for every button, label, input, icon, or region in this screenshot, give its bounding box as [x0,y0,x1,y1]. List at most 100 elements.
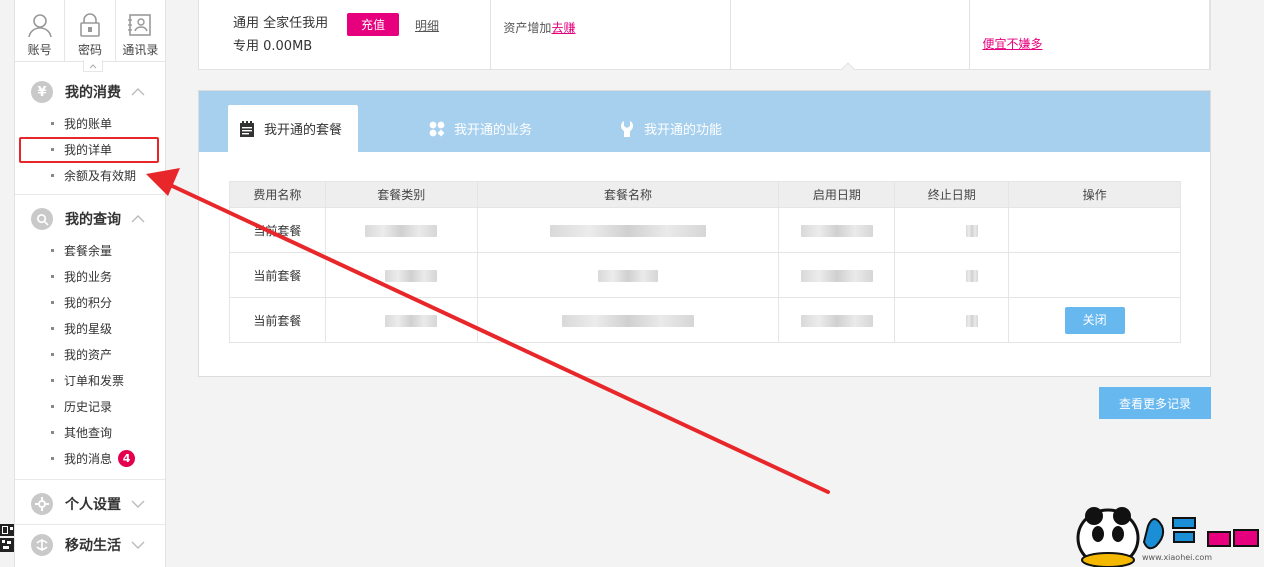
deal-link[interactable]: 便宜不嫌多 [982,35,1042,52]
mobile-life-section: 移动生活 [15,527,165,563]
settings-title: 个人设置 [65,497,121,513]
account-button[interactable]: 账号 [15,0,66,61]
data-summary-cell: 通用 全家任我用 充值 明细 专用 0.00MB [199,0,492,69]
mobile-logo-icon [31,534,53,556]
apps-icon [429,121,445,136]
general-data-text: 通用 全家任我用 [233,16,329,31]
consumption-section: ¥ 我的消费 我的账单 我的详单 余额及有效期 [15,74,165,188]
query-header[interactable]: 我的查询 [31,201,165,237]
contacts-button[interactable]: 通讯录 [116,0,165,61]
sidebar-item-my-bill[interactable]: 我的账单 [31,110,165,136]
account-summary: 通用 全家任我用 充值 明细 专用 0.00MB 资产增加去赚 便宜不嫌多 [198,0,1211,70]
yen-icon: ¥ [31,81,53,103]
packages-table: 费用名称 套餐类别 套餐名称 启用日期 终止日期 操作 当前套餐 当前套餐 当前… [229,181,1181,343]
asset-text: 资产增加 [503,21,552,35]
recharge-button[interactable]: 充值 [347,13,400,36]
gear-icon [31,493,53,515]
column-header: 启用日期 [778,181,896,208]
user-icon [27,14,52,38]
contacts-label: 通讯录 [122,43,159,57]
column-header: 套餐名称 [476,181,780,208]
fee-name-cell: 当前套餐 [229,297,326,343]
asset-cell: 资产增加去赚 [491,0,731,69]
action-cell [1008,207,1181,253]
sidebar-item-my-star-level[interactable]: 我的星级 [31,315,165,341]
qr-code-icon [0,524,14,552]
table-header-row: 费用名称 套餐类别 套餐名称 启用日期 终止日期 操作 [229,181,1181,208]
blurred-cell [894,252,1010,298]
deal-cell: 便宜不嫌多 [970,0,1211,69]
sidebar: 账号 密码 通讯录 ¥ 我的消费 我的账单 我的详单 余额及有效期 我的查询 套… [14,0,166,567]
tab-my-services[interactable]: 我开通的业务 [428,105,532,152]
sidebar-item-my-services[interactable]: 我的业务 [31,263,165,289]
blurred-cell [894,207,1010,253]
fee-name-cell: 当前套餐 [229,207,326,253]
notepad-icon [240,120,254,137]
annotation-highlight-box [19,137,159,163]
blurred-cell [778,297,896,343]
divider [15,194,165,195]
settings-section: 个人设置 [15,486,165,522]
sidebar-item-orders-invoices[interactable]: 订单和发票 [31,367,165,393]
divider [15,479,165,480]
chevron-up-icon [131,215,145,223]
action-cell: 关闭 [1008,297,1181,343]
table-row: 当前套餐 [229,207,1181,253]
column-header: 套餐类别 [324,181,478,208]
sidebar-item-package-balance[interactable]: 套餐余量 [31,237,165,263]
contacts-icon [128,14,152,36]
blurred-cell [324,207,478,253]
blurred-cell [778,252,896,298]
column-header: 终止日期 [894,181,1010,208]
fee-name-cell: 当前套餐 [229,252,326,298]
lock-icon [80,13,100,37]
sidebar-item-other-queries[interactable]: 其他查询 [31,419,165,445]
empty-cell [731,0,971,69]
collapse-toggle[interactable] [83,60,103,72]
chevron-up-icon [89,63,97,68]
consumption-title: 我的消费 [65,85,121,101]
view-more-records-button[interactable]: 查看更多记录 [1099,387,1211,419]
settings-header[interactable]: 个人设置 [31,486,165,522]
blurred-cell [894,297,1010,343]
blurred-cell [476,207,780,253]
table-row: 当前套餐 [229,252,1181,298]
chevron-down-icon [131,500,145,508]
earn-link[interactable]: 去赚 [551,21,575,35]
watermark-url: www.xiaohei.com [1142,553,1213,562]
wrench-icon [621,120,633,137]
tab-my-features[interactable]: 我开通的功能 [618,105,722,152]
sidebar-item-balance-validity[interactable]: 余额及有效期 [31,162,165,188]
sidebar-item-history[interactable]: 历史记录 [31,393,165,419]
sidebar-item-my-messages[interactable]: 我的消息 4 [31,445,165,471]
blurred-cell [778,207,896,253]
consumption-header[interactable]: ¥ 我的消费 [31,74,165,110]
password-button[interactable]: 密码 [65,0,116,61]
chevron-down-icon [131,541,145,549]
packages-panel: 我开通的套餐 我开通的业务 我开通的功能 费用名称 套餐类别 套餐名称 启用日期… [198,90,1211,377]
blurred-cell [476,252,780,298]
pointer-arrow-icon [841,62,855,70]
blurred-cell [476,297,780,343]
blurred-cell [324,297,478,343]
password-label: 密码 [77,43,102,57]
tab-my-packages[interactable]: 我开通的套餐 [228,105,358,152]
mobile-life-header[interactable]: 移动生活 [31,527,165,563]
panel-tabbar: 我开通的套餐 我开通的业务 我开通的功能 [199,91,1210,152]
detail-link[interactable]: 明细 [415,17,439,34]
sidebar-item-my-points[interactable]: 我的积分 [31,289,165,315]
sidebar-top-icons: 账号 密码 通讯录 [15,0,165,62]
close-package-button[interactable]: 关闭 [1064,306,1125,334]
message-count-badge: 4 [118,449,136,467]
sidebar-item-my-assets[interactable]: 我的资产 [31,341,165,367]
table-row: 当前套餐 关闭 [229,297,1181,343]
special-data-text: 专用 0.00MB [233,39,313,54]
column-header: 费用名称 [229,181,326,208]
search-icon [31,208,53,230]
query-section: 我的查询 套餐余量 我的业务 我的积分 我的星级 我的资产 订单和发票 历史记录… [15,201,165,471]
action-cell [1008,252,1181,298]
mobile-life-title: 移动生活 [65,538,121,554]
query-title: 我的查询 [65,212,121,228]
blurred-cell [324,252,478,298]
chevron-up-icon [131,88,145,96]
